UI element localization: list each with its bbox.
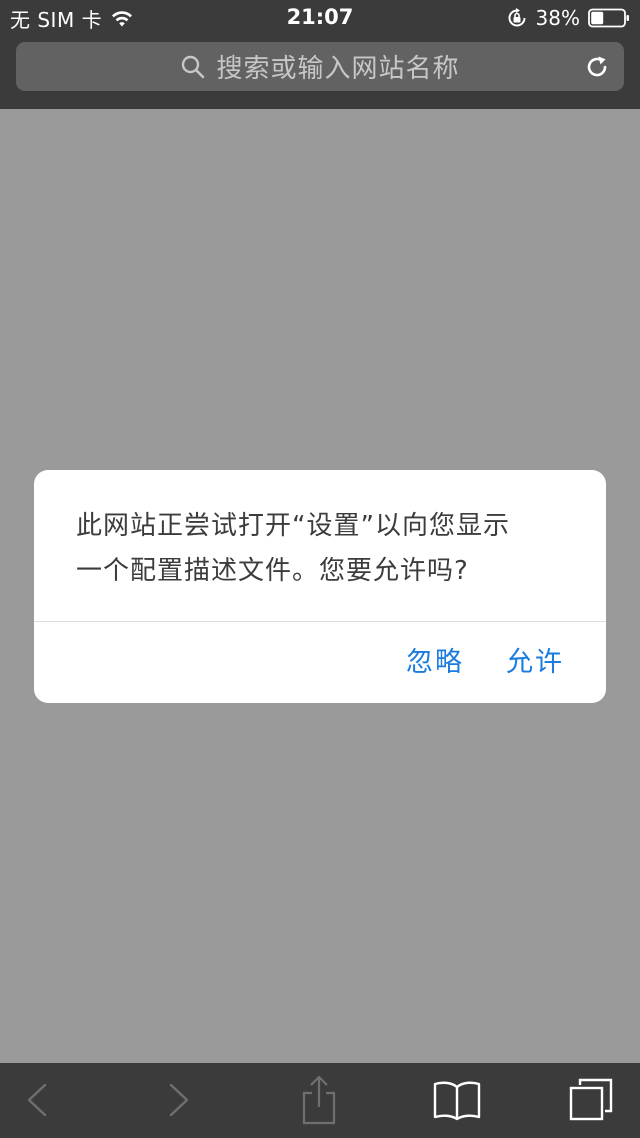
status-right: 38% (506, 5, 630, 31)
top-chrome: 无 SIM 卡 21:07 38% 搜索或输入网站名称 (0, 0, 640, 109)
bookmarks-icon[interactable] (432, 1079, 482, 1121)
address-bar-content: 搜索或输入网站名称 (16, 42, 624, 91)
back-icon[interactable] (24, 1082, 50, 1118)
safari-screen: 无 SIM 卡 21:07 38% 搜索或输入网站名称 此网站正尝试打开“设置”… (0, 0, 640, 1138)
ignore-button[interactable]: 忽略 (406, 640, 464, 679)
alert-divider (34, 621, 606, 622)
battery-percent: 38% (535, 6, 580, 30)
bottom-toolbar (0, 1063, 640, 1138)
allow-button[interactable]: 允许 (506, 640, 564, 679)
alert-message-line1: 此网站正尝试打开“设置”以向您显示 (76, 511, 510, 541)
share-icon[interactable] (298, 1073, 340, 1127)
battery-icon (588, 8, 629, 28)
tabs-icon[interactable] (568, 1077, 614, 1123)
address-bar[interactable]: 搜索或输入网站名称 (16, 42, 624, 91)
orientation-lock-icon (508, 8, 526, 27)
address-placeholder: 搜索或输入网站名称 (216, 54, 460, 84)
status-bar: 无 SIM 卡 21:07 38% (0, 0, 640, 36)
search-icon (182, 55, 205, 78)
alert-message-line2: 一个配置描述文件。您要允许吗? (76, 556, 469, 586)
forward-icon[interactable] (166, 1082, 192, 1118)
reload-icon[interactable] (584, 54, 610, 80)
alert-message: 此网站正尝试打开“设置”以向您显示 一个配置描述文件。您要允许吗? (76, 504, 566, 594)
profile-alert-dialog: 此网站正尝试打开“设置”以向您显示 一个配置描述文件。您要允许吗? 忽略 允许 (34, 470, 606, 703)
